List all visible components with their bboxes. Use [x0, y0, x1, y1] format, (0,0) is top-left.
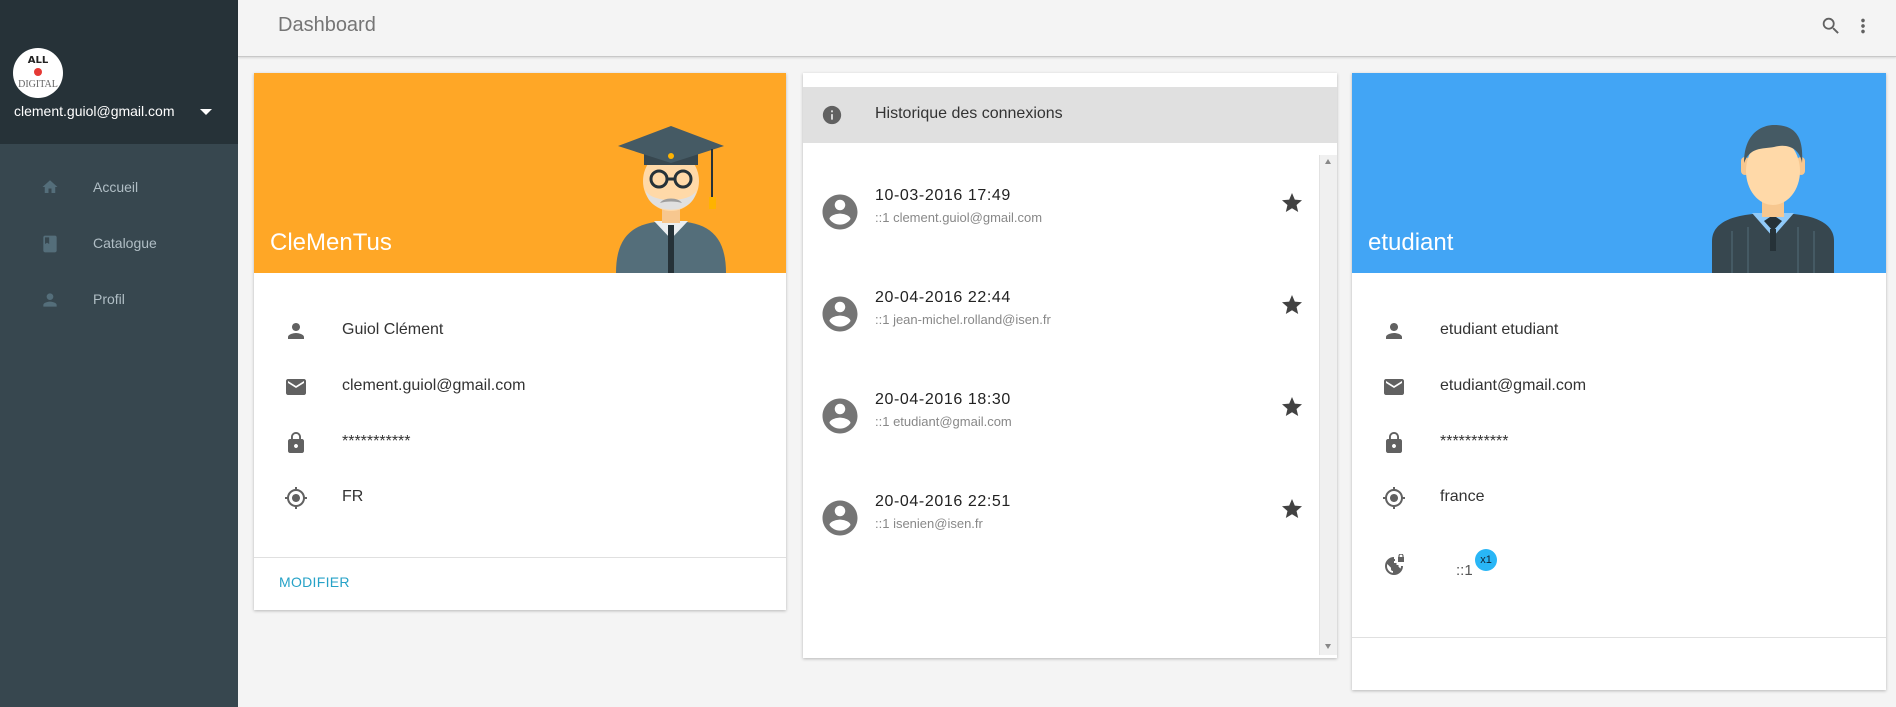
history-detail: ::1 jean-michel.rolland@isen.fr — [875, 312, 1051, 327]
history-item[interactable]: 20-04-2016 22:44 ::1 jean-michel.rolland… — [803, 275, 1337, 355]
sidebar-item-label: Accueil — [93, 179, 139, 195]
student-ip: ::1 — [1456, 562, 1473, 579]
student-full-name: etudiant etudiant — [1440, 321, 1559, 338]
lock-icon — [1386, 432, 1402, 453]
account-circle-icon — [822, 296, 858, 332]
history-header: Historique des connexions — [803, 87, 1337, 143]
history-datetime: 10-03-2016 17:49 — [875, 187, 1011, 204]
scroll-up-arrow-icon[interactable] — [1325, 159, 1331, 164]
history-detail: ::1 clement.guiol@gmail.com — [875, 210, 1043, 225]
ip-count-badge: x1 — [1475, 549, 1497, 571]
book-icon — [43, 235, 57, 253]
student-email: etudiant@gmail.com — [1440, 377, 1587, 394]
app-logo: ALL DIGITAL — [13, 48, 63, 98]
student-name-row: etudiant etudiant — [1352, 311, 1886, 351]
history-item[interactable]: 10-03-2016 17:49 ::1 clement.guiol@gmail… — [803, 173, 1337, 253]
history-card: Historique des connexions 10-03-2016 17:… — [803, 73, 1337, 658]
history-datetime: 20-04-2016 18:30 — [875, 391, 1011, 408]
profile-country: FR — [342, 488, 364, 505]
profile-country-row: FR — [254, 478, 786, 518]
student-password: *********** — [1440, 433, 1509, 450]
location-target-icon — [1383, 487, 1405, 509]
sidebar: ALL DIGITAL clement.guiol@gmail.com Accu… — [0, 0, 238, 707]
history-title: Historique des connexions — [875, 105, 1063, 122]
profile-email-row: clement.guiol@gmail.com — [254, 367, 786, 407]
graduate-avatar-icon — [616, 126, 726, 273]
mail-icon — [286, 379, 306, 395]
lock-icon — [288, 432, 304, 453]
history-datetime: 20-04-2016 22:51 — [875, 493, 1011, 510]
student-card-header: etudiant — [1352, 73, 1886, 273]
location-target-icon — [285, 487, 307, 509]
logo-text-bottom: DIGITAL — [18, 79, 58, 90]
star-icon[interactable] — [1280, 497, 1304, 521]
more-vert-icon[interactable] — [1852, 15, 1874, 37]
history-item[interactable]: 20-04-2016 18:30 ::1 etudiant@gmail.com — [803, 377, 1337, 457]
student-country-row: france — [1352, 478, 1886, 518]
search-icon[interactable] — [1820, 15, 1842, 37]
profile-password-row: *********** — [254, 423, 786, 463]
person-icon — [43, 293, 57, 307]
account-circle-icon — [822, 398, 858, 434]
profile-full-name: Guiol Clément — [342, 321, 444, 338]
profile-name-row: Guiol Clément — [254, 311, 786, 351]
top-bar: Dashboard — [238, 0, 1896, 57]
history-datetime: 20-04-2016 22:44 — [875, 289, 1011, 306]
scroll-down-arrow-icon[interactable] — [1325, 644, 1331, 649]
person-icon — [1386, 323, 1402, 339]
student-avatar-icon — [1712, 125, 1834, 273]
account-circle-icon — [822, 500, 858, 536]
profile-card: CleMenTus Guiol Clément clement.guiol@gm… — [254, 73, 786, 610]
info-icon — [822, 105, 842, 125]
globe-lock-icon — [1385, 554, 1404, 575]
star-icon[interactable] — [1280, 395, 1304, 419]
page-title: Dashboard — [278, 14, 376, 36]
logo-text-top: ALL — [27, 55, 49, 66]
account-email: clement.guiol@gmail.com — [14, 103, 175, 119]
profile-email: clement.guiol@gmail.com — [342, 377, 526, 394]
card-divider — [1352, 637, 1886, 638]
card-divider — [254, 557, 786, 558]
sidebar-item-label: Catalogue — [93, 235, 157, 251]
student-card: etudiant etudiant etudiant etudiant@gmai… — [1352, 73, 1886, 690]
sidebar-item-catalogue[interactable]: Catalogue — [0, 215, 238, 271]
logo-dot — [34, 68, 42, 76]
history-item[interactable]: 20-04-2016 22:51 ::1 isenien@isen.fr — [803, 479, 1337, 559]
sidebar-item-profil[interactable]: Profil — [0, 271, 238, 327]
account-circle-icon — [822, 194, 858, 230]
history-detail: ::1 etudiant@gmail.com — [875, 414, 1012, 429]
sidebar-item-label: Profil — [93, 291, 125, 307]
history-scrollbar[interactable] — [1319, 155, 1337, 655]
mail-icon — [1384, 379, 1404, 395]
student-ip-row: ::1 — [1352, 546, 1886, 586]
star-icon[interactable] — [1280, 191, 1304, 215]
profile-username: CleMenTus — [270, 229, 392, 256]
sidebar-header: ALL DIGITAL clement.guiol@gmail.com — [0, 0, 238, 144]
student-password-row: *********** — [1352, 423, 1886, 463]
history-detail: ::1 isenien@isen.fr — [875, 516, 983, 531]
home-icon — [42, 180, 58, 193]
profile-card-header: CleMenTus — [254, 73, 786, 273]
modify-button[interactable]: MODIFIER — [279, 574, 350, 590]
sidebar-item-accueil[interactable]: Accueil — [0, 159, 238, 215]
student-email-row: etudiant@gmail.com — [1352, 367, 1886, 407]
person-icon — [288, 323, 304, 339]
student-username: etudiant — [1368, 229, 1454, 256]
profile-password: *********** — [342, 433, 411, 450]
star-icon[interactable] — [1280, 293, 1304, 317]
account-dropdown-icon[interactable] — [200, 109, 212, 115]
student-country: france — [1440, 488, 1485, 505]
